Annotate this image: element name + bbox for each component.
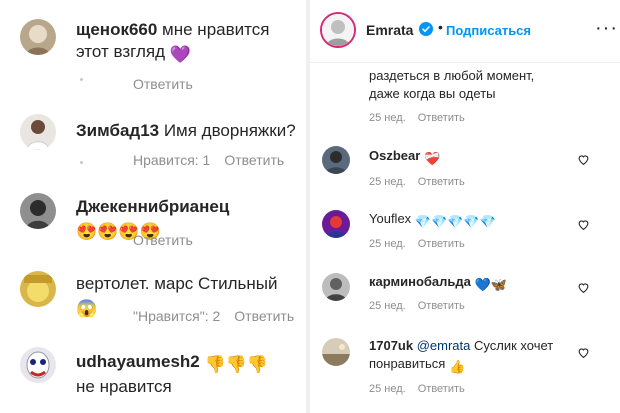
avatar[interactable] [322, 338, 350, 366]
comment-time: 25 нед. [369, 112, 406, 124]
avatar[interactable] [320, 12, 356, 48]
gem-icon: 💎💎💎💎💎 [414, 214, 496, 229]
comment-username[interactable]: Зимбад13 [76, 121, 159, 140]
reply-button[interactable]: Ответить [224, 152, 284, 168]
avatar[interactable] [20, 19, 56, 55]
avatar[interactable] [20, 271, 56, 307]
comment-username[interactable]: карминобальда [369, 274, 471, 289]
scream-icon: 😱 [76, 299, 98, 318]
reply-button[interactable]: Ответить [133, 232, 193, 248]
divider-dot [80, 78, 83, 81]
right-comments-panel: Emrata • Подписаться ··· раздеться в люб… [310, 0, 620, 413]
like-heart-icon[interactable] [577, 153, 590, 166]
heart-icon: ❤️‍🩹 [423, 151, 441, 166]
divider-dot [80, 161, 83, 164]
reply-button[interactable]: Ответить [418, 238, 465, 250]
comment-time: 25 нед. [369, 300, 406, 312]
left-comments-panel: щенок660 мне нравится этот взгляд 💜 Отве… [0, 0, 306, 413]
comment-text: Имя дворняжки? [159, 121, 296, 140]
reply-button[interactable]: Ответить [418, 176, 465, 188]
separator-dot: • [438, 19, 443, 35]
avatar[interactable] [322, 210, 350, 238]
mention-link[interactable]: @emrata [417, 338, 471, 353]
blue-heart-butterfly-icon: 💙🦋 [474, 277, 507, 292]
more-options-icon[interactable]: ··· [595, 17, 618, 40]
comment-time: 25 нед. [369, 176, 406, 188]
like-heart-icon[interactable] [577, 346, 590, 359]
comment-username[interactable]: Джекеннибрианец [76, 197, 229, 216]
post-header: Emrata • Подписаться ··· [310, 0, 620, 63]
reply-button[interactable]: Ответить [234, 308, 294, 324]
verified-badge-icon [419, 22, 433, 36]
comment-time: 25 нед. [369, 238, 406, 250]
avatar[interactable] [20, 347, 56, 383]
thumbs-up-icon: 👍 [448, 359, 466, 374]
comment-username[interactable]: udhayaumesh2 [76, 352, 205, 371]
like-heart-icon[interactable] [577, 218, 590, 231]
avatar[interactable] [20, 193, 56, 229]
reply-button[interactable]: Ответить [418, 112, 465, 124]
reply-button[interactable]: Ответить [418, 300, 465, 312]
comment-username[interactable]: щенок660 [76, 20, 157, 39]
comment-time: 25 нед. [369, 383, 406, 395]
reply-button[interactable]: Ответить [418, 383, 465, 395]
post-author-name[interactable]: Emrata [366, 22, 413, 38]
reply-button[interactable]: Ответить [133, 76, 193, 92]
comment-text: Стильный [193, 274, 278, 293]
comment-username[interactable]: 1707uk [369, 338, 413, 353]
purple-heart-icon: 💜 [169, 45, 191, 64]
follow-button[interactable]: Подписаться [446, 23, 531, 38]
thumbs-down-icon: 👎👎👎 [204, 355, 269, 374]
comment-username[interactable]: вертолет. марс [76, 274, 193, 293]
comment-username[interactable]: Youflex [369, 211, 411, 226]
like-heart-icon[interactable] [577, 281, 590, 294]
caption-text: раздеться в любой момент, даже когда вы … [369, 68, 535, 101]
avatar[interactable] [20, 114, 56, 150]
comment-text: не нравится [76, 377, 172, 396]
avatar[interactable] [322, 146, 350, 174]
comment-username[interactable]: Oszbear [369, 148, 420, 163]
likes-count[interactable]: Нравится: 1 [133, 152, 210, 168]
likes-count[interactable]: "Нравится": 2 [133, 308, 220, 324]
avatar[interactable] [322, 273, 350, 301]
